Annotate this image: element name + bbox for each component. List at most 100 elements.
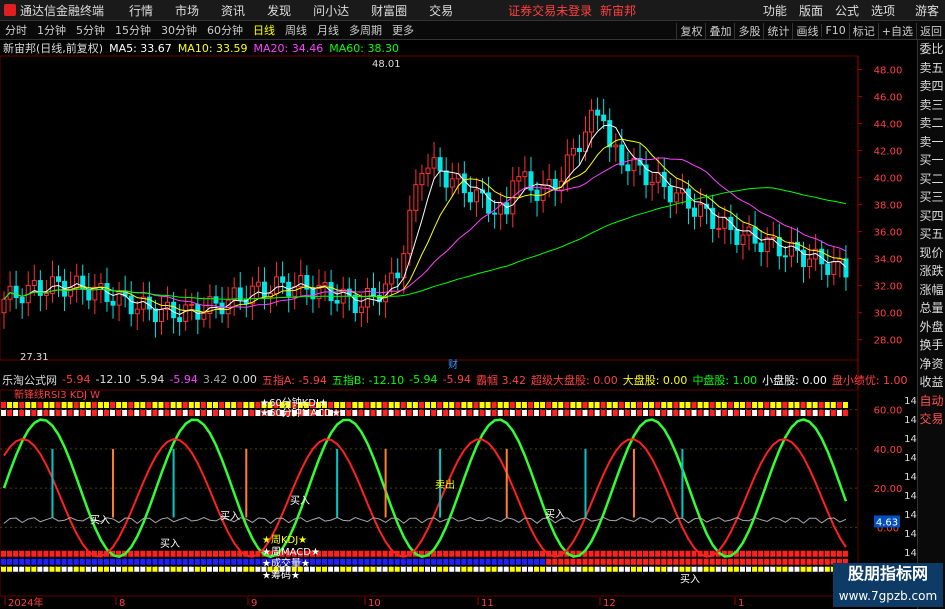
band-cell <box>661 410 667 416</box>
sidebar-item-20[interactable]: 交易 <box>918 410 945 429</box>
band-cell <box>164 410 170 416</box>
guest-label[interactable]: 游客 <box>915 2 939 19</box>
sidebar-item-6[interactable]: 买一 <box>918 151 945 170</box>
band-cell <box>473 566 479 572</box>
candle-body <box>782 255 788 258</box>
price-chart[interactable]: 48.00 46.00 44.00 42.00 40.00 38.00 36.00 34.00… <box>0 0 918 609</box>
sidebar-item-16[interactable]: 换手 <box>918 336 945 355</box>
candle-body <box>134 308 140 315</box>
ind-value-3: -5.94 <box>135 373 165 386</box>
band-cell <box>25 550 31 557</box>
band-cell <box>400 566 406 572</box>
indicator-name[interactable]: 乐淘公式网 <box>2 372 57 388</box>
candle-body <box>261 281 267 298</box>
band-cell <box>334 550 340 557</box>
band-cell <box>206 558 212 565</box>
sidebar-item-14[interactable]: 总量 <box>918 299 945 318</box>
band-cell <box>437 550 443 557</box>
band-cell <box>213 566 218 572</box>
back-button[interactable]: 返回 <box>916 22 945 39</box>
band-cell <box>770 410 776 416</box>
white-line <box>3 516 847 525</box>
band-cell <box>164 566 170 572</box>
band-cell <box>794 410 800 416</box>
sidebar-item-0[interactable]: 委比 <box>918 40 945 59</box>
band-cell <box>176 410 182 416</box>
band-cell <box>691 410 697 416</box>
sidebar-item-18[interactable]: 收益 <box>918 373 945 392</box>
band-cell <box>170 566 176 572</box>
sidebar-item-17[interactable]: 净资 <box>918 355 945 374</box>
band-cell <box>746 558 752 565</box>
band-cell <box>800 558 806 565</box>
band-cell <box>31 410 37 416</box>
sidebar-item-1[interactable]: 卖五 <box>918 59 945 78</box>
ind-label-weekmacd: ★周MACD★ <box>262 546 320 558</box>
band-cell <box>721 558 727 565</box>
band-cell <box>103 558 109 565</box>
band-cell <box>594 566 600 572</box>
band-cell <box>461 566 467 572</box>
band-cell <box>794 566 800 572</box>
band-cell <box>485 410 491 416</box>
sidebar-item-11[interactable]: 现价 <box>918 244 945 263</box>
sidebar-item-15[interactable]: 外盘 <box>918 318 945 337</box>
band-cell <box>594 558 600 565</box>
band-cell <box>79 558 85 565</box>
sidebar-item-2[interactable]: 卖四 <box>918 77 945 96</box>
band-cell <box>649 558 655 565</box>
band-cell <box>237 566 243 572</box>
candle-body <box>31 280 37 287</box>
band-cell <box>231 550 237 557</box>
band-cell <box>479 566 485 572</box>
band-cell <box>13 566 19 572</box>
sidebar-item-7[interactable]: 买二 <box>918 170 945 189</box>
date-label-2: 9 <box>251 598 257 609</box>
candle-body <box>158 308 164 323</box>
candle-body <box>492 212 498 215</box>
band-cell <box>122 410 128 416</box>
band-cell <box>509 550 515 557</box>
band-cell <box>103 566 109 572</box>
sidebar-item-19[interactable]: 自动 <box>918 392 945 411</box>
band-cell <box>7 558 13 565</box>
band-cell <box>400 402 406 408</box>
band-cell <box>206 410 212 416</box>
band-cell <box>128 550 134 557</box>
band-cell <box>116 566 122 572</box>
band-cell <box>534 558 540 565</box>
band-cell <box>758 410 764 416</box>
band-cell <box>509 558 515 565</box>
band-cell <box>328 550 334 557</box>
band-cell <box>758 402 764 408</box>
band-cell <box>437 558 443 565</box>
band-cell <box>594 402 600 408</box>
band-cell <box>770 558 776 565</box>
signal-label-1: 买入 <box>160 538 180 550</box>
sidebar-item-10[interactable]: 买五 <box>918 225 945 244</box>
sidebar-item-4[interactable]: 卖二 <box>918 114 945 133</box>
band-cell <box>237 558 243 565</box>
sidebar-item-13[interactable]: 涨幅 <box>918 281 945 300</box>
sidebar-item-9[interactable]: 买四 <box>918 207 945 226</box>
sidebar-item-5[interactable]: 卖一 <box>918 133 945 152</box>
band-cell <box>176 566 182 572</box>
band-cell <box>709 410 715 416</box>
band-cell <box>600 558 606 565</box>
band-cell <box>382 558 388 565</box>
candle-body <box>764 237 770 253</box>
band-cell <box>73 550 79 557</box>
band-cell <box>606 410 612 416</box>
band-cell <box>758 550 764 557</box>
sidebar-item-8[interactable]: 买三 <box>918 188 945 207</box>
band-cell <box>630 410 636 416</box>
band-cell <box>497 550 503 557</box>
band-cell <box>85 402 91 408</box>
band-cell <box>328 558 334 565</box>
candle-body <box>685 188 691 209</box>
band-cell <box>649 550 655 557</box>
sidebar-item-3[interactable]: 卖三 <box>918 96 945 115</box>
band-cell <box>425 566 430 572</box>
sidebar-item-12[interactable]: 涨跌 <box>918 262 945 281</box>
band-cell <box>685 558 691 565</box>
